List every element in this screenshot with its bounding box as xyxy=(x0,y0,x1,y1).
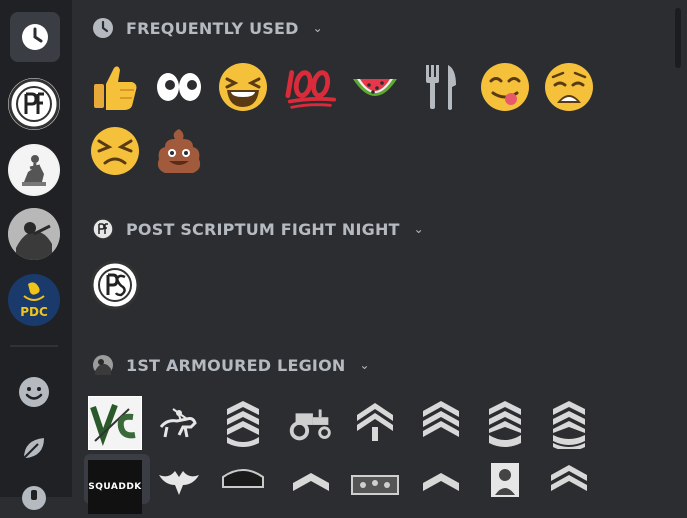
emoji-weary[interactable] xyxy=(542,60,596,114)
server-soldier-icon xyxy=(8,208,60,260)
emoji-cavalry[interactable] xyxy=(152,396,206,450)
emoji-poop[interactable] xyxy=(152,124,206,178)
clock-icon xyxy=(93,18,113,38)
eagle-icon xyxy=(159,471,199,495)
vs-logo-icon xyxy=(89,397,141,449)
section-title: POST SCRIPTUM FIGHT NIGHT xyxy=(126,219,400,239)
emoji-master-rank[interactable] xyxy=(542,396,596,450)
squad-text: SQUADDK xyxy=(88,482,142,492)
rank-chevrons-icon xyxy=(227,401,259,447)
cavalry-icon xyxy=(159,408,197,438)
rank-chevrons-icon xyxy=(489,401,521,447)
rank-chevrons-icon xyxy=(551,465,587,491)
emoji-laughing[interactable] xyxy=(216,60,270,114)
server-soldier-icon xyxy=(93,355,113,375)
rank-chevrons-icon xyxy=(357,403,393,441)
sidebar-server-soldier[interactable] xyxy=(8,208,60,260)
emoji-persevering[interactable] xyxy=(88,124,142,178)
emoji-rank-chevron[interactable] xyxy=(284,460,338,514)
sidebar-nature-category[interactable] xyxy=(14,428,54,468)
emoji-photo-group[interactable] xyxy=(348,460,402,514)
section-frequently-used-header[interactable]: FREQUENTLY USED ⌄ xyxy=(92,13,323,43)
server-pdc-label: PDC xyxy=(20,305,48,319)
food-icon xyxy=(22,486,46,510)
emoji-vs[interactable] xyxy=(88,396,142,450)
emoji-ps-logo[interactable] xyxy=(88,258,142,312)
section-armoured-legion-header[interactable]: 1ST ARMOURED LEGION ⌄ xyxy=(92,350,370,380)
emoji-squad[interactable]: SQUADDK xyxy=(88,460,142,514)
emoji-portrait[interactable] xyxy=(478,460,532,514)
emoji-ranger-tab[interactable] xyxy=(216,460,270,514)
leaf-icon xyxy=(23,438,44,459)
rank-chevrons-icon xyxy=(293,473,329,491)
sidebar-server-statue[interactable] xyxy=(8,144,60,196)
section-post-scriptum-header[interactable]: POST SCRIPTUM FIGHT NIGHT ⌄ xyxy=(92,214,424,244)
clock-icon xyxy=(22,24,48,50)
category-sidebar: PDC xyxy=(0,0,72,510)
portrait-icon xyxy=(491,463,519,497)
emoji-sergeant-rank[interactable] xyxy=(216,396,270,450)
emoji-hundred[interactable] xyxy=(284,60,338,114)
hundred-points-icon xyxy=(285,70,337,109)
yum-face-icon xyxy=(481,63,529,111)
emoji-watermelon[interactable] xyxy=(348,60,402,114)
rank-chevrons-icon xyxy=(423,473,459,491)
section-title: 1ST ARMOURED LEGION xyxy=(126,355,346,375)
emoji-rank-chevron[interactable] xyxy=(542,460,596,514)
emoji-yum[interactable] xyxy=(478,60,532,114)
photo-icon xyxy=(351,475,399,495)
server-pfn-icon xyxy=(8,78,60,130)
sidebar-people-category[interactable] xyxy=(14,372,54,412)
chevron-down-icon: ⌄ xyxy=(312,21,323,35)
emoji-panel: FREQUENTLY USED ⌄ POST SCRIPTUM FIGHT NI… xyxy=(72,0,687,514)
rank-chevrons-icon xyxy=(553,401,585,449)
server-statue-icon xyxy=(10,146,58,194)
emoji-tractor[interactable] xyxy=(284,396,338,450)
watermelon-icon xyxy=(353,79,397,96)
emoji-private-rank[interactable] xyxy=(414,396,468,450)
poop-icon xyxy=(157,129,201,173)
emoji-thumbsup[interactable] xyxy=(88,60,142,114)
emoji-corporal-rank[interactable] xyxy=(348,396,402,450)
chevron-down-icon: ⌄ xyxy=(359,358,370,372)
chevron-down-icon: ⌄ xyxy=(413,222,424,236)
smiley-icon xyxy=(19,377,49,407)
section-title: FREQUENTLY USED xyxy=(126,18,299,38)
sidebar-server-pdc[interactable]: PDC xyxy=(8,274,60,326)
tab-badge-icon xyxy=(222,469,264,488)
emoji-staff-rank[interactable] xyxy=(478,396,532,450)
rank-chevrons-icon xyxy=(423,401,459,437)
emoji-eyes[interactable] xyxy=(152,60,206,114)
thumbsup-icon xyxy=(94,66,137,110)
server-pfn-icon xyxy=(92,218,114,240)
laughing-face-icon xyxy=(219,63,267,111)
persevering-face-icon xyxy=(91,127,139,175)
scrollbar-thumb[interactable] xyxy=(675,8,681,68)
sidebar-food-category[interactable] xyxy=(14,478,54,518)
emoji-rank-chevron[interactable] xyxy=(414,460,468,514)
emoji-eagle[interactable] xyxy=(152,460,206,514)
weary-face-icon xyxy=(545,63,593,111)
sidebar-server-pfn[interactable] xyxy=(8,78,60,130)
eyes-icon xyxy=(157,73,201,101)
fork-knife-icon xyxy=(426,65,456,110)
sidebar-recent[interactable] xyxy=(10,12,60,62)
emoji-fork-and-knife[interactable] xyxy=(414,60,468,114)
ps-logo-icon xyxy=(90,260,140,310)
sidebar-separator xyxy=(10,345,58,347)
tractor-icon xyxy=(289,409,331,441)
